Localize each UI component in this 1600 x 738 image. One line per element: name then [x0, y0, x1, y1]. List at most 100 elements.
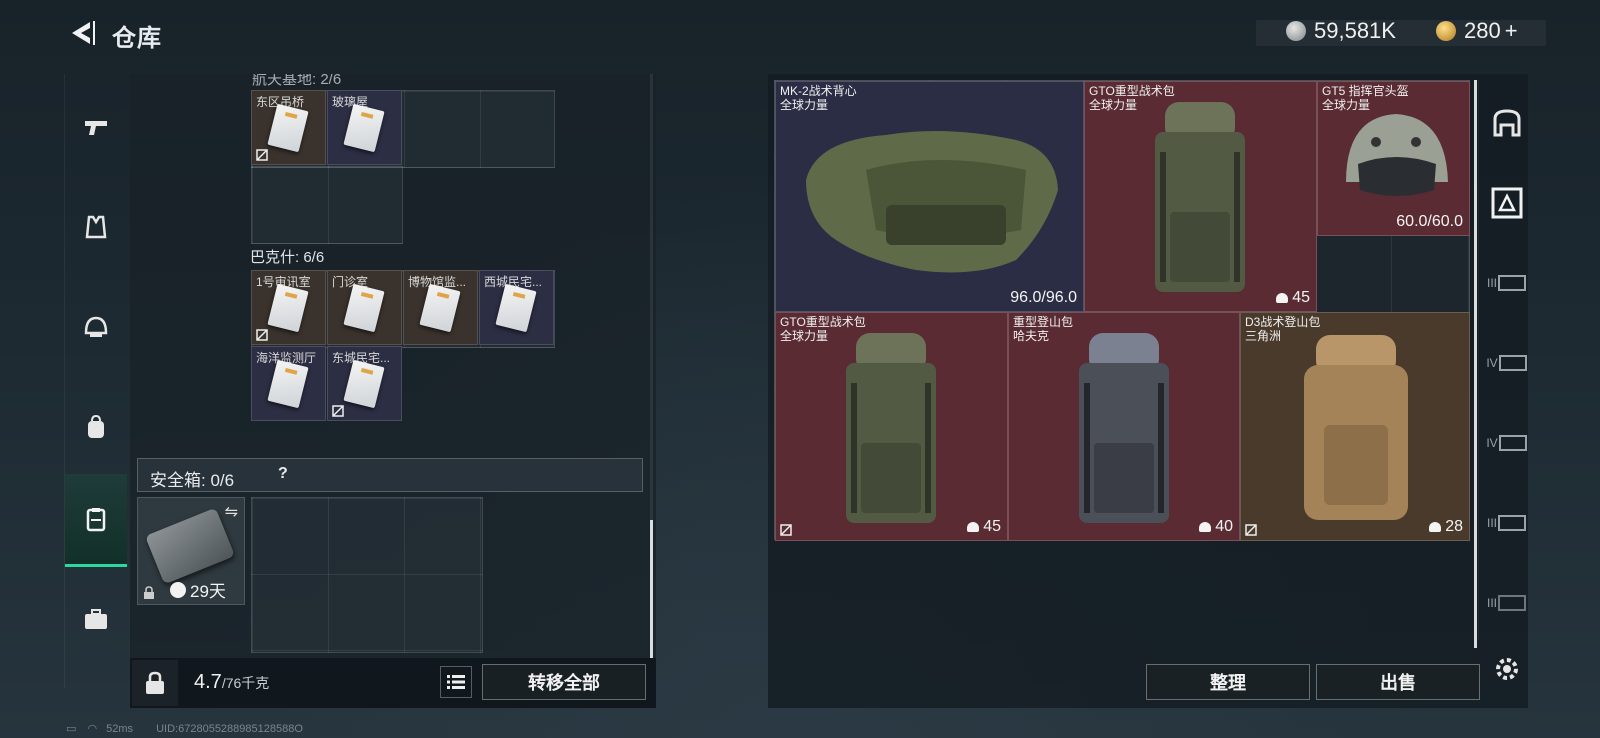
capacity-icon: [1276, 293, 1289, 303]
map-grid-top-row2: [251, 166, 403, 244]
item-name: 重型登山包 哈夫克: [1013, 315, 1074, 343]
stash-item-heavy-mountain-pack[interactable]: 重型登山包 哈夫克 40: [1008, 312, 1240, 541]
weight-display: 4.7/76千克: [194, 671, 269, 694]
stash-tab-4[interactable]: IV: [1479, 330, 1535, 396]
silver-amount: 59,581K: [1314, 18, 1396, 43]
helmet-icon: [84, 316, 108, 337]
map-cell[interactable]: 海洋监测厅: [251, 346, 326, 421]
nav-weapon[interactable]: [65, 82, 127, 172]
capacity-icon: [1199, 522, 1212, 532]
stash-tab-label: III: [1486, 276, 1497, 290]
map-cell[interactable]: 西城民宅...: [479, 270, 554, 345]
keycard-icon: [343, 359, 385, 409]
add-gold-icon[interactable]: +: [1505, 18, 1518, 44]
stash-tab-6[interactable]: III: [1479, 490, 1535, 556]
keycard-icon: [343, 103, 385, 153]
battery-icon: ▭: [66, 723, 77, 735]
nav-container[interactable]: [65, 474, 127, 567]
stash-scrollbar[interactable]: [1474, 80, 1477, 648]
help-icon[interactable]: ?: [278, 465, 288, 483]
clock-icon: [170, 581, 186, 598]
stash-tab-3[interactable]: III: [1479, 250, 1535, 316]
left-category-nav: [64, 74, 127, 688]
no-bind-icon: [332, 405, 344, 417]
tactical-vest-image: [806, 131, 1058, 273]
uid-text: UID:6728055288985128588O: [156, 723, 303, 735]
weight-lock-button[interactable]: [132, 660, 178, 706]
stash-tab-label: III: [1486, 596, 1497, 610]
wifi-icon: ◠: [87, 723, 98, 735]
lock-icon: [144, 586, 154, 599]
map-cell[interactable]: 玻璃屋: [327, 90, 402, 165]
capacity-value: 40: [1215, 518, 1233, 535]
capacity-icon: [1429, 522, 1442, 532]
stash-page-icon: [1498, 275, 1526, 291]
transfer-all-button[interactable]: 转移全部: [482, 664, 646, 700]
keycard-icon: [267, 359, 309, 409]
map-cell[interactable]: 东城民宅...: [327, 346, 402, 421]
no-bind-icon: [256, 329, 268, 341]
nav-backpack[interactable]: [65, 382, 127, 472]
container-icon: [86, 508, 106, 532]
gold-coin-icon: [1436, 21, 1456, 41]
stash-tab-1[interactable]: [1479, 90, 1535, 156]
no-bind-icon: [780, 524, 792, 536]
capacity-text: 28: [1429, 518, 1463, 536]
helmet-image: [1346, 114, 1448, 196]
keycard-icon: [419, 283, 461, 333]
ping-text: 52ms: [106, 723, 134, 735]
stash-tab-label: IV: [1486, 356, 1498, 370]
left-scrollbar-thumb[interactable]: [650, 520, 653, 658]
backpack-icon: [88, 414, 104, 438]
stash-page-nav: III IV IV III III: [1478, 80, 1535, 640]
keycard-icon: [495, 283, 537, 333]
capacity-value: 45: [1292, 289, 1310, 306]
back-arrow-icon[interactable]: [66, 18, 96, 48]
durability-text: 60.0/60.0: [1396, 213, 1463, 230]
keycard-icon: [343, 283, 385, 333]
nav-vest[interactable]: [65, 182, 127, 272]
stash-item-gt5-helmet[interactable]: GT5 指挥官头盔 全球力量 60.0/60.0: [1317, 81, 1470, 236]
stash-item-gto-backpack-2[interactable]: GTO重型战术包 全球力量 45: [775, 312, 1008, 541]
nav-case[interactable]: [65, 574, 127, 664]
silver-currency: 59,581K: [1286, 16, 1396, 46]
gto-backpack-image: [846, 333, 936, 523]
map-cell[interactable]: 博物馆监...: [403, 270, 478, 345]
section-label-top: 航天基地: 2/6: [252, 74, 342, 88]
stash-tab-5[interactable]: IV: [1479, 410, 1535, 476]
sort-button[interactable]: 整理: [1146, 664, 1310, 700]
map-cell[interactable]: 东区吊桥: [251, 90, 326, 165]
stash-home-icon: [1493, 109, 1521, 137]
page-title: 仓库: [112, 25, 162, 52]
list-view-button[interactable]: [440, 666, 472, 698]
gold-currency[interactable]: 280 +: [1436, 16, 1518, 46]
safebox-grid[interactable]: [251, 497, 483, 653]
stash-item-vest[interactable]: MK-2战术背心 全球力量 96.0/96.0: [775, 81, 1084, 312]
capacity-icon: [967, 522, 980, 532]
stash-item-d3-pack[interactable]: D3战术登山包 三角洲 28: [1240, 312, 1470, 541]
capacity-text: 40: [1199, 518, 1233, 536]
vest-icon: [85, 215, 107, 239]
gto-backpack-image: [1155, 102, 1245, 292]
stash-tab-label: III: [1486, 516, 1497, 530]
d3-pack-image: [1304, 335, 1408, 520]
capacity-value: 28: [1445, 518, 1463, 535]
swap-icon[interactable]: ⇋: [225, 502, 238, 522]
stash-tab-2-active[interactable]: [1479, 170, 1535, 236]
capacity-text: 45: [1276, 289, 1310, 307]
map-cell[interactable]: 门诊室: [327, 270, 402, 345]
stash-page-icon: [1498, 595, 1526, 611]
map-cell[interactable]: 1号审讯室: [251, 270, 326, 345]
mountain-pack-image: [1079, 333, 1169, 523]
gear-icon[interactable]: [1492, 654, 1522, 684]
sell-button[interactable]: 出售: [1316, 664, 1480, 700]
no-bind-icon: [1245, 524, 1257, 536]
stash-item-gto-backpack[interactable]: GTO重型战术包 全球力量 45: [1084, 81, 1317, 312]
capacity-text: 45: [967, 518, 1001, 536]
gold-amount: 280: [1464, 18, 1501, 43]
stash-tab-7[interactable]: III: [1479, 570, 1535, 636]
weight-value: 4.7: [194, 671, 222, 693]
safebox-item[interactable]: ⇋ 29天: [137, 497, 245, 605]
keycard-icon: [267, 103, 309, 153]
nav-helmet[interactable]: [65, 282, 127, 372]
